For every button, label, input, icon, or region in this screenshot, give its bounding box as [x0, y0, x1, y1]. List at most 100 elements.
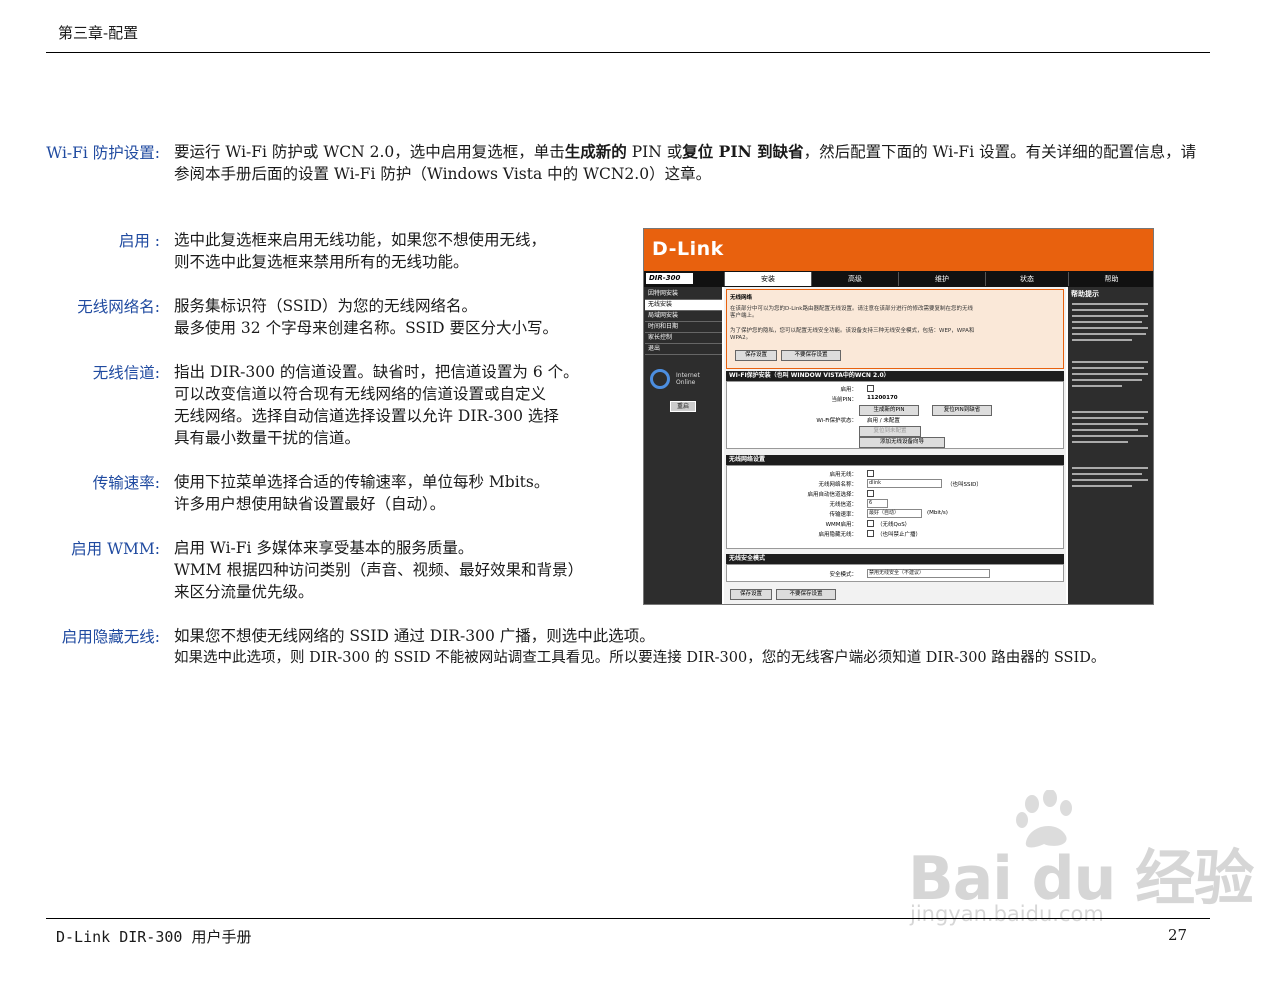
desc-enable-line1: 选中此复选框来启用无线功能，如果您不想使用无线，: [174, 231, 547, 249]
rate-label: 传输速率：: [829, 512, 857, 518]
desc-channel-line2: 可以改变信道以符合现有无线网络的信道设置或自定义: [174, 385, 547, 403]
wps-state-label: Wi-Fi保护状态：: [816, 418, 857, 424]
desc-wmm-line3: 来区分流量优先级。: [174, 583, 314, 601]
help-text-line: [1072, 315, 1148, 317]
help-text-line: [1072, 333, 1146, 335]
save-settings-button-bottom: 保存设置: [730, 589, 772, 600]
tab-maintenance: 维护: [898, 272, 985, 286]
wmm-checkbox: [867, 520, 874, 527]
hidden-wireless-checkbox: [867, 530, 874, 537]
security-section: 安全模式： 禁用无线安全（不建议）: [726, 564, 1064, 582]
header-rule: [46, 52, 1210, 53]
wps-state-value: 启用 / 未配置: [867, 418, 900, 424]
rate-select: 最好（自动）: [867, 509, 922, 518]
help-text-line: [1072, 373, 1148, 375]
desc-ssid-line2: 最多使用 32 个字母来创建名称。SSID 要区分大小写。: [174, 319, 559, 337]
settings-content: 无线网络 在该部分中可以为您的D-Link路由器配置无线设置。请注意在该部分进行…: [724, 287, 1066, 604]
tab-advanced: 高级: [811, 272, 898, 286]
term-wmm: 启用 WMM:: [71, 540, 160, 558]
term-ssid: 无线网络名:: [77, 298, 160, 316]
wps-pin-value: 11200170: [867, 395, 898, 401]
desc-wmm-line1: 启用 Wi-Fi 多媒体来享受基本的服务质量。: [174, 539, 474, 557]
tab-help: 帮助: [1068, 272, 1153, 286]
desc-hidden-line1: 如果您不想使无线网络的 SSID 通过 DIR-300 广播，则选中此选项。: [174, 627, 655, 645]
help-text-line: [1072, 467, 1148, 469]
router-screenshot: D-Link DIR-300 安装 高级 维护 状态 帮助 因特网安装 无线安装…: [643, 228, 1154, 605]
term-wifi-protect: Wi-Fi 防护设置:: [46, 144, 160, 162]
auto-channel-label: 启用自动信道选择：: [807, 492, 857, 498]
term-rate: 传输速率:: [92, 474, 160, 492]
dont-save-button-bottom: 不要保存设置: [776, 589, 836, 600]
help-panel: 帮助提示: [1068, 287, 1153, 604]
internet-status: Internet Online: [676, 372, 700, 386]
auto-channel-checkbox: [867, 490, 874, 497]
wireless-enable-label: 启用无线：: [829, 472, 857, 478]
desc-rate-line2: 许多用户想使用缺省设置最好（自动）。: [174, 495, 446, 513]
wps-enable-label: 启用：: [840, 387, 857, 393]
help-text-line: [1072, 485, 1132, 487]
wps-section-header: WI-FI保护安装（也叫 WINDOW VISTA中的WCN 2.0）: [726, 371, 1064, 381]
intro-text-3: 为了保护您的隐私，您可以配置无线安全功能。该设备支持三种无线安全模式，包括：WE…: [730, 328, 975, 334]
wmm-note: （无线QoS）: [877, 522, 911, 528]
desc-channel-line3: 无线网络。选择自动信道选择设置以允许 DIR-300 选择: [174, 407, 559, 425]
wireless-section: 启用无线： 无线网络名称： dlink （也叫SSID） 启用自动信道选择： 无…: [726, 465, 1064, 549]
help-text-line: [1072, 479, 1148, 481]
desc-hidden-line2: 如果选中此选项，则 DIR-300 的 SSID 不能被网站调查工具看见。所以要…: [174, 650, 1106, 666]
dlink-logo: D-Link: [652, 238, 724, 260]
intro-title: 无线网络: [730, 295, 753, 301]
security-section-header: 无线安全模式: [726, 554, 1064, 564]
nav-lan: 局域网安装: [645, 311, 722, 322]
help-text-line: [1072, 423, 1148, 425]
ssid-note: （也叫SSID）: [947, 482, 982, 488]
generate-pin-button: 生成新的PIN: [859, 405, 919, 416]
nav-internet: 因特网安装: [645, 289, 722, 300]
wmm-label: WMM启用：: [825, 522, 857, 528]
help-text-line: [1072, 441, 1128, 443]
watermark-url: jingyan.baidu.com: [910, 902, 1104, 926]
help-text-line: [1072, 411, 1148, 413]
help-text-line: [1072, 417, 1144, 419]
term-channel: 无线信道:: [92, 364, 160, 382]
page-number: 27: [1168, 926, 1188, 944]
footer-rule: [46, 918, 1210, 919]
wireless-enable-checkbox: [867, 470, 874, 477]
help-text-line: [1072, 385, 1122, 387]
dont-save-button: 不要保存设置: [781, 350, 841, 361]
wps-pin-label: 当前PIN：: [831, 397, 857, 403]
hidden-wireless-note: （也叫禁止广播）: [877, 532, 922, 538]
internet-globe-icon: [650, 369, 670, 389]
help-text-line: [1072, 339, 1132, 341]
channel-label: 无线信道：: [829, 502, 857, 508]
desc-enable-line2: 则不选中此复选框来禁用所有的无线功能。: [174, 253, 469, 271]
tab-setup: 安装: [724, 272, 811, 286]
term-hidden: 启用隐藏无线:: [61, 628, 160, 646]
hidden-wireless-label: 启用隐藏无线：: [818, 532, 857, 538]
help-text-line: [1072, 361, 1148, 363]
help-text-line: [1072, 429, 1138, 431]
intro-text-2: 客户端上。: [730, 313, 758, 319]
wireless-section-header: 无线网络设置: [726, 455, 1064, 465]
help-text-line: [1072, 367, 1144, 369]
help-text-line: [1072, 435, 1148, 437]
nav-parental: 家长控制: [645, 333, 722, 344]
help-text-line: [1072, 303, 1148, 305]
desc-channel-line1: 指出 DIR-300 的信道设置。缺省时，把信道设置为 6 个。: [174, 363, 579, 381]
desc-wifi-protect-line2: 参阅本手册后面的设置 Wi-Fi 防护（Windows Vista 中的 WCN…: [174, 165, 712, 183]
nav-logout: 退出: [645, 344, 722, 355]
help-text-line: [1072, 327, 1148, 329]
help-text-line: [1072, 379, 1142, 381]
reset-unconfigured-button: 复位到未配置: [859, 426, 921, 437]
desc-wifi-protect-line1: 要运行 Wi-Fi 防护或 WCN 2.0，选中启用复选框，单击生成新的 PIN…: [174, 142, 1197, 161]
desc-wmm-line2: WMM 根据四种访问类别（声音、视频、最好效果和背景）: [174, 561, 584, 579]
intro-text-1: 在该部分中可以为您的D-Link路由器配置无线设置。请注意在该部分进行的修改需要…: [730, 306, 973, 312]
ssid-label: 无线网络名称：: [818, 482, 857, 488]
add-device-wizard-button: 添加无线设备向导: [859, 437, 945, 448]
nav-wireless: 无线安装: [645, 300, 722, 311]
wps-section: 启用： 当前PIN： 11200170 生成新的PIN 复位PIN到缺省 Wi-…: [726, 381, 1064, 449]
security-mode-label: 安全模式：: [829, 572, 857, 578]
help-text-line: [1072, 473, 1142, 475]
security-mode-select: 禁用无线安全（不建议）: [867, 569, 990, 578]
channel-select: 6: [867, 499, 888, 508]
model-label: DIR-300: [646, 273, 693, 284]
nav-time: 时间和日期: [645, 322, 722, 333]
